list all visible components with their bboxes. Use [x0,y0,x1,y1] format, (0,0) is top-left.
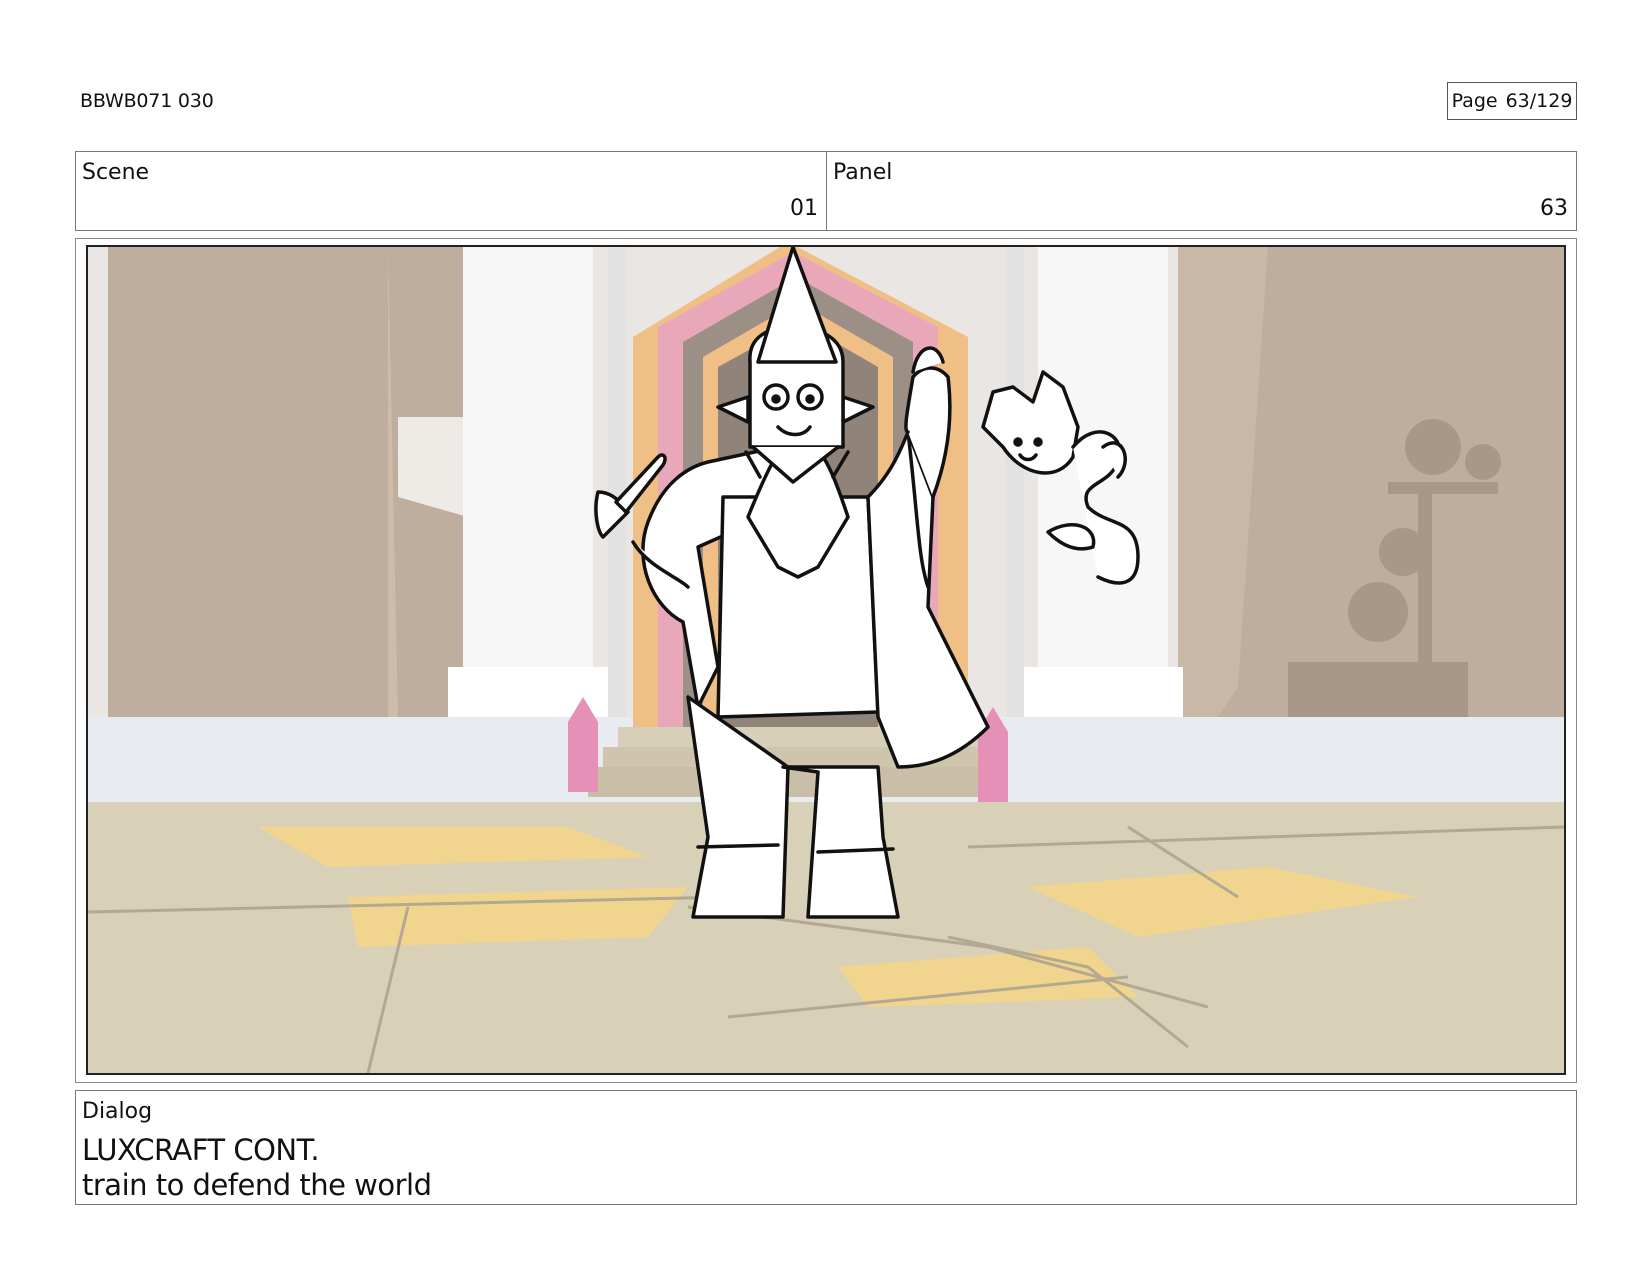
page-indicator: Page 63/129 [1447,82,1577,120]
page-number: 63/129 [1505,90,1573,112]
dialog-label: Dialog [82,1099,153,1124]
scene-number: 01 [790,196,818,221]
panel-number: 63 [1540,196,1568,221]
page-label: Page [1451,90,1498,112]
document-id: BBWB071 030 [80,90,214,112]
dialog-line-character: LUXCRAFT CONT. [82,1133,320,1167]
panel-cell: Panel 63 [827,152,1576,230]
scene-cell: Scene 01 [76,152,827,230]
dialog-box: Dialog LUXCRAFT CONT. train to defend th… [75,1090,1577,1205]
panel-label: Panel [833,160,893,185]
storyboard-panel-drawing [88,247,1564,1073]
scene-panel-header: Scene 01 Panel 63 [75,151,1577,231]
storyboard-frame [86,245,1566,1075]
dialog-line-text: train to defend the world [82,1168,432,1202]
scene-label: Scene [82,160,150,185]
